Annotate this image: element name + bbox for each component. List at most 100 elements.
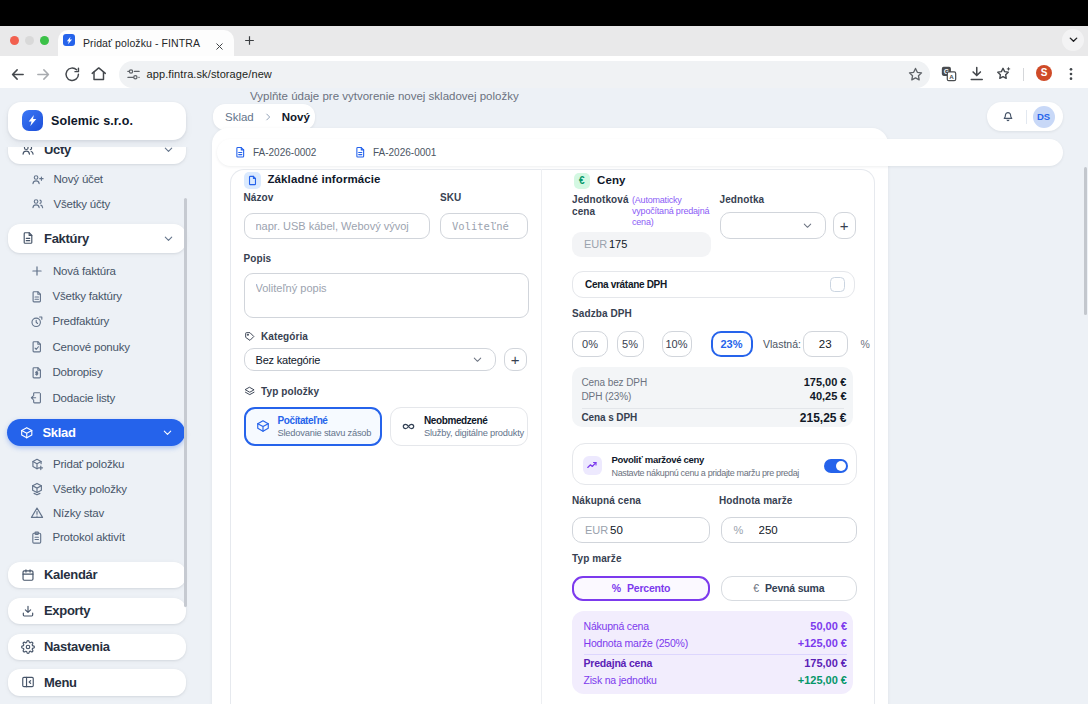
bell-icon[interactable] — [1001, 109, 1015, 123]
sidebar-item-kalendar[interactable]: Kalendár — [8, 562, 186, 589]
category-select[interactable]: Bez kategórie — [244, 348, 496, 371]
sidebar-item-cenove-ponuky[interactable]: Cenové ponuky — [30, 340, 130, 354]
browser-menu-icon[interactable] — [1063, 66, 1079, 82]
unit-select[interactable] — [720, 212, 826, 239]
sidebar-item-dobropisy[interactable]: Dobropisy — [30, 366, 102, 380]
sidebar-item-vsetky-polozky[interactable]: Všetky položky — [30, 482, 127, 496]
vat-option-23[interactable]: 23% — [711, 331, 753, 358]
url-text[interactable]: app.fintra.sk/storage/new — [147, 68, 272, 80]
sidebar-item-nova-faktura[interactable]: Nová faktúra — [30, 264, 116, 278]
summary-value: 50,00 € — [810, 620, 847, 632]
document-tab[interactable]: FA-2026-0001 — [354, 139, 437, 166]
name-label: Názov — [244, 192, 274, 203]
margin-type-fixed-button[interactable]: € Pevná suma — [721, 576, 858, 601]
margin-value-input[interactable] — [759, 524, 845, 536]
summary-label: Cena s DPH — [582, 412, 638, 423]
description-textarea-wrap — [244, 273, 529, 318]
reload-icon[interactable] — [64, 66, 81, 83]
sidebar-item-label: Dobropisy — [53, 366, 103, 378]
user-avatar[interactable]: DS — [1033, 106, 1055, 128]
item-type-label-row: Typ položky — [244, 386, 320, 398]
sidebar-item-predfaktury[interactable]: Predfaktúry — [30, 315, 109, 329]
browser-tab[interactable]: Pridať položku - FINTRA — [58, 30, 234, 56]
margin-type-percent-button[interactable]: % Percento — [572, 576, 710, 601]
sidebar-item-nastavenia[interactable]: Nastavenia — [8, 634, 186, 661]
sidebar-item-exporty[interactable]: Exporty — [8, 598, 186, 625]
vat-option-5[interactable]: 5% — [617, 331, 644, 358]
margin-toggle-switch[interactable] — [824, 459, 848, 473]
chevron-down-icon — [162, 427, 173, 438]
file-check-icon — [30, 340, 44, 354]
vat-option-0[interactable]: 0% — [572, 331, 608, 358]
sidebar-item-dodacie-listy[interactable]: Dodacie listy — [30, 391, 115, 405]
custom-vat-input[interactable] — [804, 338, 847, 350]
description-label: Popis — [244, 253, 272, 264]
breadcrumb-parent[interactable]: Sklad — [225, 111, 254, 123]
currency-prefix: EUR — [584, 238, 609, 250]
unit-price-label: Jednotková cena — [572, 194, 636, 217]
sku-input[interactable] — [452, 220, 516, 232]
add-category-button[interactable]: + — [504, 348, 527, 371]
document-icon — [21, 231, 35, 245]
back-icon[interactable] — [9, 66, 26, 83]
sidebar-logo-card[interactable]: Solemic s.r.o. — [8, 102, 186, 140]
site-settings-icon[interactable] — [126, 67, 141, 82]
fintra-favicon — [63, 34, 75, 46]
name-input[interactable] — [256, 220, 419, 232]
browser-toolbar: app.fintra.sk/storage/new GA S — [0, 56, 1088, 88]
vat-option-10[interactable]: 10% — [662, 331, 692, 358]
sidebar-group-sklad[interactable]: Sklad — [7, 419, 185, 446]
summary-value: 175,00 € — [804, 376, 847, 388]
address-bar[interactable]: app.fintra.sk/storage/new — [119, 61, 930, 88]
bookmarks-sparkle-icon[interactable] — [995, 65, 1013, 83]
toggle-knob — [836, 461, 847, 472]
sidebar-item-nizky-stav[interactable]: Nízky stav — [30, 506, 104, 520]
sidebar-item-novy-ucet[interactable]: Nový účet — [31, 173, 103, 187]
add-unit-button[interactable]: + — [833, 212, 857, 239]
sidebar-item-label: Nastavenia — [44, 639, 174, 654]
home-icon[interactable] — [90, 65, 108, 83]
summary-value: +125,00 € — [798, 637, 847, 649]
unit-price-input[interactable]: EUR 175 — [572, 232, 711, 257]
description-textarea[interactable] — [256, 282, 517, 312]
download-icon[interactable] — [968, 65, 986, 83]
bookmark-star-icon[interactable] — [907, 66, 924, 83]
sidebar-item-vsetky-faktury[interactable]: Všetky faktúry — [30, 290, 122, 304]
purchase-price-input[interactable] — [610, 524, 697, 536]
clipboard-icon — [30, 531, 44, 545]
summary-profit-row: Zisk na jednotku +125,00 € — [584, 674, 848, 686]
document-tab[interactable]: FA-2026-0002 — [234, 139, 317, 166]
item-type-option-unlimited[interactable]: Neobmedzené Služby, digitálne produkty — [390, 407, 528, 447]
translate-icon[interactable]: GA — [940, 65, 958, 83]
browser-profile-avatar[interactable]: S — [1036, 65, 1052, 81]
sidebar-item-menu[interactable]: Menu — [8, 669, 186, 696]
margin-summary-box: Nákupná cena 50,00 € Hodnota marže (250%… — [572, 611, 853, 695]
document-tab-label: FA-2026-0001 — [373, 147, 436, 158]
page-scrollbar[interactable] — [1084, 167, 1088, 315]
sidebar-scrollbar[interactable] — [184, 198, 187, 607]
window-minimize-button[interactable] — [25, 36, 35, 46]
document-icon — [354, 146, 367, 159]
tab-close-icon[interactable] — [215, 42, 224, 51]
summary-label: DPH (23%) — [582, 391, 632, 402]
vat-included-checkbox[interactable] — [830, 277, 845, 292]
sidebar-item-pridat-polozku[interactable]: Pridať položku — [30, 457, 124, 471]
window-zoom-button[interactable] — [40, 36, 50, 46]
item-type-option-countable[interactable]: Počítateľné Sledovanie stavu zásob — [244, 407, 382, 447]
item-type-label: Typ položky — [261, 386, 319, 397]
vat-summary-box: Cena bez DPH 175,00 € DPH (23%) 40,25 € … — [572, 367, 853, 427]
tab-search-button[interactable] — [1062, 29, 1084, 51]
new-tab-button[interactable] — [243, 34, 256, 47]
forward-icon[interactable] — [35, 66, 52, 83]
sidebar-group-ucty[interactable]: Účty — [8, 145, 186, 164]
document-tab-label: FA-2026-0002 — [253, 147, 316, 158]
sidebar-item-vsetky-ucty[interactable]: Všetky účty — [31, 197, 110, 211]
window-close-button[interactable] — [10, 36, 20, 46]
sidebar-item-protokol-aktivit[interactable]: Protokol aktivít — [30, 531, 125, 545]
file-clock-icon — [30, 315, 44, 329]
chevron-down-icon — [163, 233, 174, 244]
menubar-black-strip — [0, 0, 1088, 26]
file-output-icon — [30, 391, 44, 405]
sidebar-group-faktury[interactable]: Faktúry — [8, 224, 186, 254]
users-icon — [31, 197, 45, 211]
